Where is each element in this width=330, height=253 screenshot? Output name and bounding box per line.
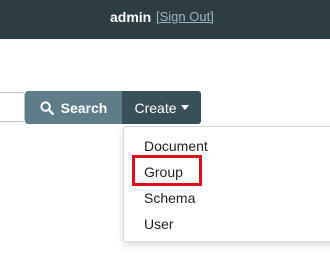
create-button-label: Create (134, 99, 177, 116)
top-navbar: admin [Sign Out] (0, 0, 330, 39)
highlight-annotation-box (132, 155, 202, 186)
search-button[interactable]: Search (25, 91, 122, 124)
menu-item-user[interactable]: User (144, 215, 174, 233)
menu-item-document[interactable]: Document (144, 137, 208, 155)
caret-down-icon (180, 105, 189, 110)
sign-out-link[interactable]: [Sign Out] (156, 9, 214, 25)
username-label: admin (110, 9, 152, 25)
search-input[interactable] (0, 92, 25, 122)
create-dropdown-menu: Document Group Schema User (123, 126, 330, 242)
search-button-label: Search (60, 99, 108, 116)
menu-item-schema[interactable]: Schema (144, 189, 195, 207)
create-dropdown-button[interactable]: Create (122, 91, 201, 124)
search-icon (40, 100, 54, 115)
